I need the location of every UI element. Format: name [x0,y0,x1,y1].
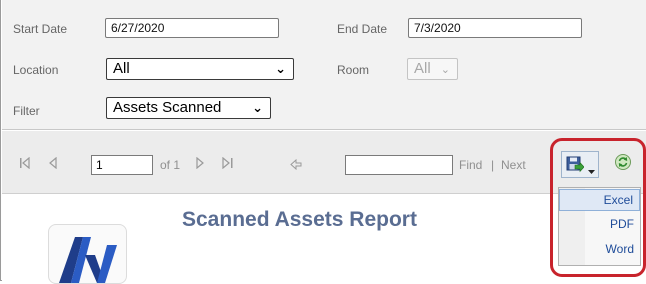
previous-page-icon[interactable] [48,156,58,172]
filter-select[interactable]: Assets Scanned ⌄ [106,97,271,119]
location-select-value: All [113,60,130,77]
room-label: Room [337,63,370,77]
parameters-panel: Start Date 6/27/2020 End Date 7/3/2020 L… [2,0,646,130]
export-menu-item-excel[interactable]: Excel [559,189,640,211]
chevron-down-icon: ⌄ [440,64,450,76]
export-menu: Excel PDF Word [558,187,641,266]
filter-select-value: Assets Scanned [113,99,222,116]
chevron-down-icon: ⌄ [275,61,286,76]
report-body: Scanned Assets Report [2,195,646,284]
chevron-down-icon: ⌄ [252,100,263,115]
find-link[interactable]: Find [459,158,482,172]
save-icon [566,156,585,178]
next-link[interactable]: Next [501,158,526,172]
room-select-value: All [414,60,431,77]
toolbar-separator: | [491,158,495,172]
location-label: Location [13,63,59,77]
next-page-icon[interactable] [195,156,205,172]
start-date-input[interactable]: 6/27/2020 [105,18,279,38]
start-date-label: Start Date [13,22,68,36]
export-button[interactable] [561,151,599,178]
refresh-icon[interactable] [614,153,632,176]
report-toolbar: 1 of 1 Find | Next [2,131,646,194]
back-icon[interactable] [290,158,302,173]
end-date-label: End Date [337,22,388,36]
report-title: Scanned Assets Report [182,208,417,231]
find-input[interactable] [345,155,453,175]
company-logo [48,224,127,284]
filter-label: Filter [13,104,40,118]
location-select[interactable]: All ⌄ [106,58,294,80]
page-count-text: of 1 [160,158,181,172]
export-menu-item-word[interactable]: Word [559,239,640,261]
last-page-icon[interactable] [221,156,235,172]
first-page-icon[interactable] [19,156,31,172]
page-number-input[interactable]: 1 [91,155,153,175]
end-date-input[interactable]: 7/3/2020 [408,18,582,38]
export-menu-item-pdf[interactable]: PDF [559,214,640,236]
report-viewer: Start Date 6/27/2020 End Date 7/3/2020 L… [0,0,646,284]
chevron-down-icon [588,162,595,180]
room-select: All ⌄ [407,58,458,80]
